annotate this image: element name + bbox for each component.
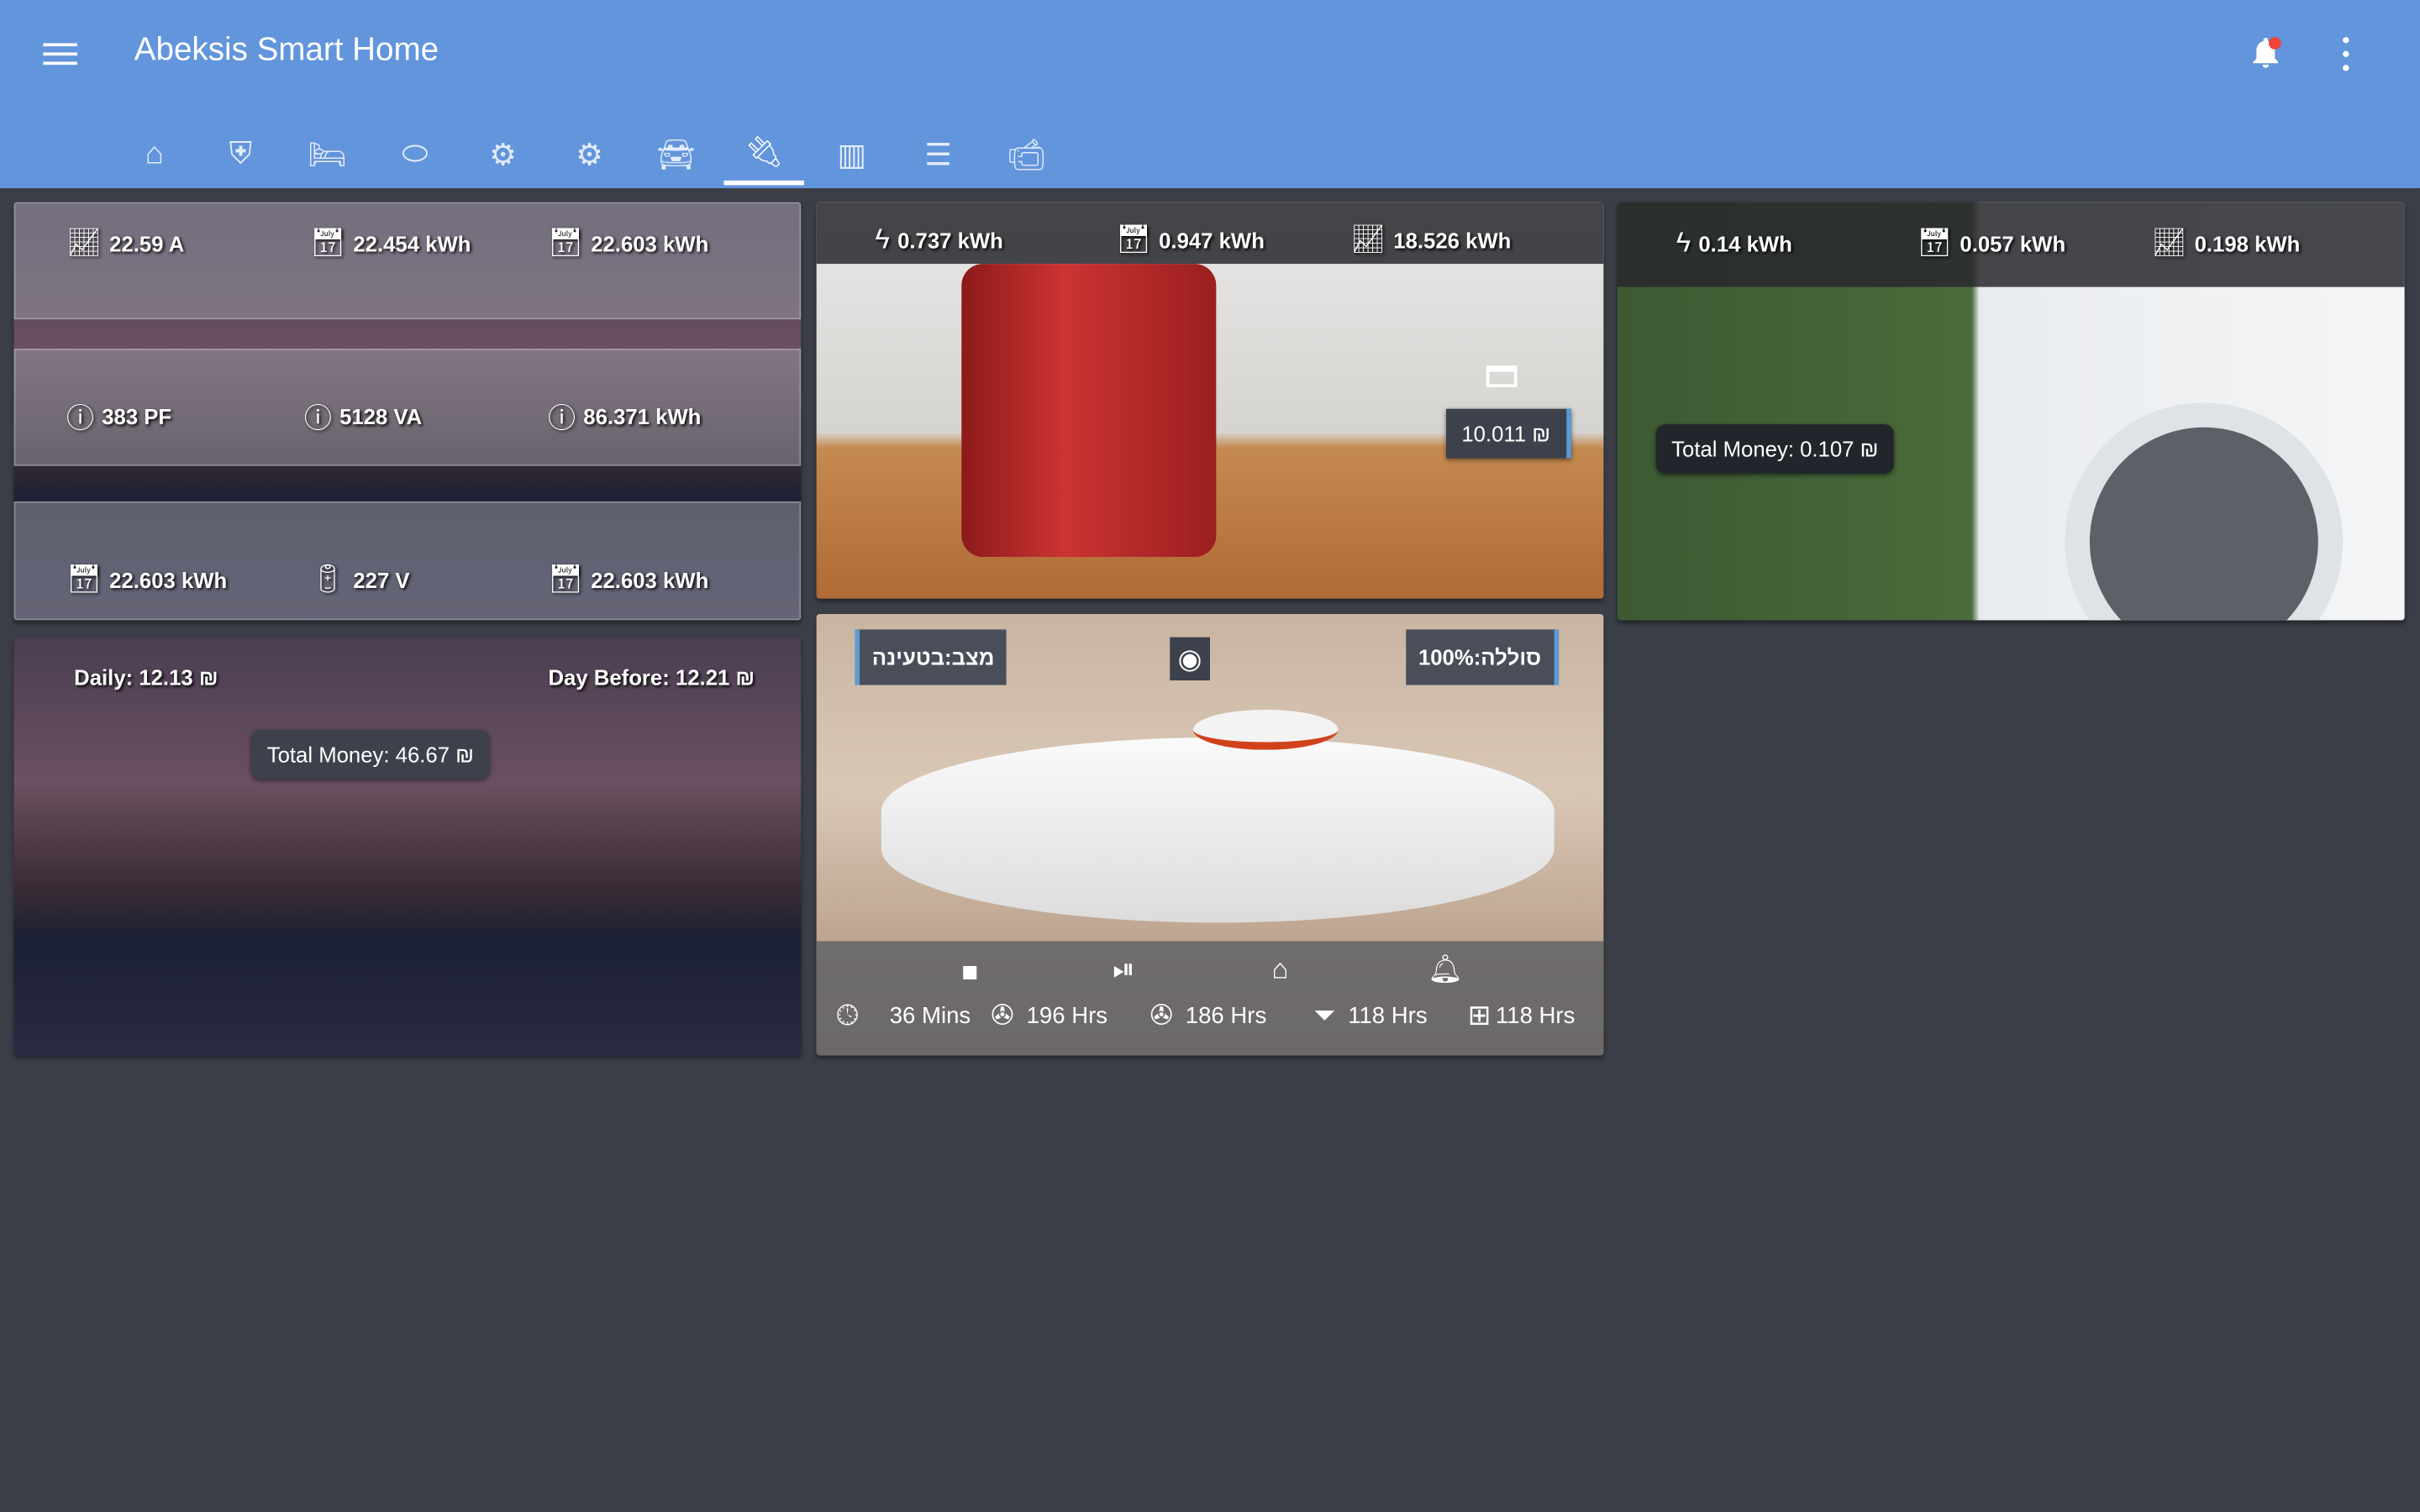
app-header: Abeksis Smart Home ⌂ ⛨ 🛏︎ ⬭ ⚙ ⚙ 🚘︎ 🔌︎ ▥ … [0, 0, 2420, 189]
coffee-power[interactable]: ϟ 0.737 kWh [875, 223, 1002, 256]
washer-daily[interactable]: 📅︎ 0.057 kWh [1917, 227, 2065, 260]
shield-home-icon: ⛨ [229, 136, 253, 171]
car-icon: 🚘︎ [656, 138, 696, 172]
vacuum-status-label: מצב:בטעינה [855, 629, 1007, 685]
toggle-icon: ⬭ [402, 136, 429, 171]
tab-car[interactable]: 🚘︎ [636, 123, 717, 185]
side-brush-stat: ✇ 186 Hrs [1150, 1000, 1267, 1031]
stop-button[interactable]: ■ [961, 957, 978, 990]
tab-server[interactable]: ☰ [898, 123, 979, 185]
voltage-sensor[interactable]: 🔋︎ 227 V [310, 563, 409, 596]
info-icon: ⓘ [548, 402, 576, 434]
tab-power[interactable]: 🔌︎ [723, 123, 804, 186]
flash-icon: ϟ [875, 223, 890, 255]
day-before-cost: Day Before: 12.21 ₪ [548, 664, 755, 690]
apparent-power-sensor[interactable]: ⓘ 5128 VA [304, 396, 422, 437]
server-icon: ☰ [924, 138, 953, 172]
tab-settings[interactable]: ⚙ [463, 123, 544, 185]
sensor-row [13, 202, 802, 320]
energy-sensor[interactable]: 📅︎ 22.603 kWh [548, 227, 708, 260]
bed-icon: 🛏︎ [308, 138, 347, 172]
cleaning-time-stat: 🕓︎ 36 Mins [836, 1000, 971, 1031]
trend-icon: 📈︎ [1350, 223, 1386, 255]
tab-bedroom[interactable]: 🛏︎ [287, 123, 368, 185]
battery-charging-icon: 🔋︎ [310, 563, 346, 595]
coffee-daily[interactable]: 📅︎ 0.947 kWh [1116, 223, 1265, 256]
energy-sensors-card: 📈︎ 22.59 A 📅︎ 22.454 kWh 📅︎ 22.603 kWh ⓘ 383… [13, 202, 802, 621]
tab-switches[interactable]: ⬭ [375, 123, 455, 185]
calendar-icon: 📅︎ [1115, 223, 1151, 255]
coffee-cost-badge: 10.011 ₪ [1446, 408, 1570, 459]
washer-total[interactable]: 📈︎ 0.198 kWh [2151, 227, 2300, 260]
energy-sensor[interactable]: 📅︎ 22.603 kWh [548, 563, 708, 596]
total-money-badge: Total Money: 46.67 ₪ [251, 729, 490, 780]
tab-cameras[interactable]: 📹︎ [986, 123, 1067, 185]
washer-money-badge: Total Money: 0.107 ₪ [1655, 424, 1894, 474]
gear-icon: ⚙ [489, 138, 518, 172]
calendar-icon: 📅︎ [548, 226, 584, 258]
energy-sensor[interactable]: 📅︎ 22.454 kWh [310, 227, 471, 260]
clock-icon: 🕓︎ [836, 1000, 859, 1031]
vacuum-image [881, 737, 1555, 923]
calendar-icon: 📅︎ [548, 563, 584, 595]
sensor-row [13, 501, 802, 621]
coffee-machine-image [961, 264, 1217, 558]
calendar-icon: 📅︎ [66, 563, 102, 595]
building-icon: ▥ [837, 138, 867, 172]
tab-security[interactable]: ⛨ [201, 123, 281, 185]
daily-cost: Daily: 12.13 ₪ [74, 664, 218, 690]
main-brush-stat: ✇ 196 Hrs [991, 1000, 1108, 1031]
robot-vacuum-icon[interactable]: ◉ [1170, 637, 1210, 680]
menu-icon[interactable] [43, 37, 77, 68]
more-options-icon[interactable] [2333, 37, 2358, 71]
app-title: Abeksis Smart Home [134, 32, 439, 68]
numeric-icon: ⊞ [1467, 1000, 1491, 1031]
money-card: Daily: 12.13 ₪ Day Before: 12.21 ₪ Total… [13, 637, 802, 1056]
tab-building[interactable]: ▥ [812, 123, 892, 185]
return-home-button[interactable]: ⌂ [1271, 953, 1288, 986]
tab-home[interactable]: ⌂ [114, 123, 195, 185]
brush-icon: ✇ [991, 1000, 1014, 1031]
trend-icon: 📈︎ [2151, 226, 2187, 258]
flash-icon: ϟ [1676, 226, 1691, 258]
vacuum-controls-bar [816, 941, 1604, 1056]
trend-icon: 📈︎ [66, 226, 102, 258]
washer-power[interactable]: ϟ 0.14 kWh [1676, 227, 1792, 260]
power-plug-icon: 🔌︎ [744, 135, 784, 171]
coffee-total[interactable]: 📈︎ 18.526 kWh [1350, 223, 1511, 256]
credit-card-icon [1486, 365, 1518, 388]
gears-icon: ⚙ [576, 138, 604, 172]
filter-icon: ⏷ [1313, 1000, 1336, 1031]
cctv-icon: 📹︎ [1007, 138, 1046, 172]
calendar-icon: 📅︎ [1917, 226, 1953, 258]
washer-image [2065, 402, 2344, 621]
current-sensor[interactable]: 📈︎ 22.59 A [66, 227, 184, 260]
energy-sensor[interactable]: 📅︎ 22.603 kWh [66, 563, 227, 596]
power-factor-sensor[interactable]: ⓘ 383 PF [66, 396, 171, 437]
sensor-stat: ⊞ 118 Hrs [1467, 1000, 1576, 1031]
info-icon: ⓘ [66, 402, 95, 434]
coffee-machine-card: ϟ 0.737 kWh 📅︎ 0.947 kWh 📈︎ 18.526 kWh 10.0… [816, 202, 1604, 599]
home-assistant-icon: ⌂ [145, 136, 164, 171]
locate-bell-button[interactable]: 🔔︎ [1428, 953, 1463, 986]
vacuum-lidar [1192, 709, 1339, 750]
washer-card: ϟ 0.14 kWh 📅︎ 0.057 kWh 📈︎ 0.198 kWh Total … [1617, 202, 2405, 621]
energy-sensor[interactable]: ⓘ 86.371 kWh [548, 396, 701, 437]
vacuum-card: מצב:בטעינה ◉ סוללה:100% ■ ⏯︎ ⌂ 🔔︎ 🕓︎ 36 … [816, 614, 1604, 1056]
filter-stat: ⏷ 118 Hrs [1313, 1000, 1428, 1031]
calendar-icon: 📅︎ [310, 226, 346, 258]
info-icon: ⓘ [303, 402, 332, 434]
vacuum-battery-label: סוללה:100% [1406, 629, 1559, 685]
play-pause-button[interactable]: ⏯︎ [1113, 953, 1134, 986]
tab-automation[interactable]: ⚙ [550, 123, 630, 185]
brush-icon: ✇ [1150, 1000, 1174, 1031]
notification-badge [2268, 37, 2281, 50]
app-root: Abeksis Smart Home ⌂ ⛨ 🛏︎ ⬭ ⚙ ⚙ 🚘︎ 🔌︎ ▥ … [0, 0, 2420, 1512]
